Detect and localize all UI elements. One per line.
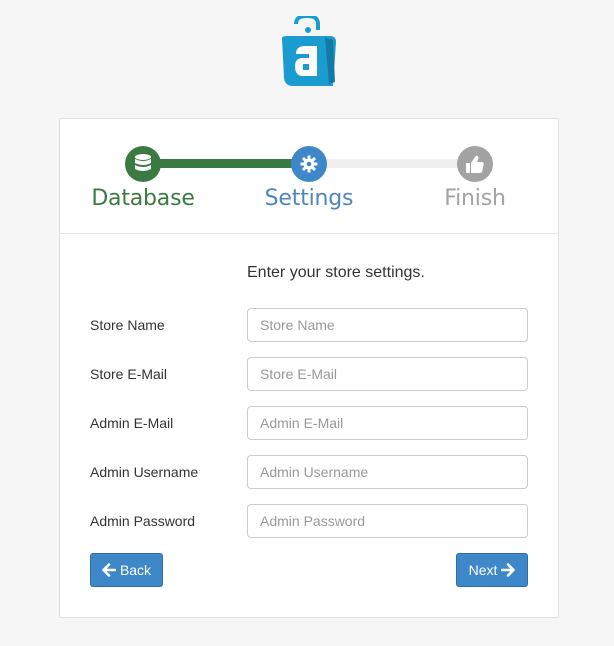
admin-email-row: Admin E-Mail <box>90 406 528 440</box>
admin-password-row: Admin Password <box>90 504 528 538</box>
database-icon <box>135 154 151 171</box>
progress-steps: Database Settings Finish <box>60 119 558 234</box>
admin-password-label: Admin Password <box>90 513 196 529</box>
shopping-bag-logo-icon <box>282 13 336 86</box>
app-logo <box>279 13 337 88</box>
back-button-label: Back <box>119 562 152 578</box>
store-name-input[interactable] <box>247 308 528 342</box>
store-email-input[interactable] <box>247 357 528 391</box>
thumbs-up-icon <box>466 155 484 173</box>
step-settings-label: Settings <box>264 186 354 211</box>
step-finish-label: Finish <box>444 186 506 211</box>
step-database-label: Database <box>91 186 195 211</box>
admin-email-label: Admin E-Mail <box>90 415 174 431</box>
step-finish-circle <box>457 146 493 182</box>
store-email-label: Store E-Mail <box>90 366 168 382</box>
arrow-left-icon <box>102 563 116 577</box>
next-button[interactable]: Next <box>456 553 528 587</box>
store-email-row: Store E-Mail <box>90 357 528 391</box>
admin-username-input[interactable] <box>247 455 528 489</box>
admin-username-label: Admin Username <box>90 464 199 480</box>
store-name-label: Store Name <box>90 317 165 333</box>
admin-email-input[interactable] <box>247 406 528 440</box>
store-name-row: Store Name <box>90 308 528 342</box>
back-button[interactable]: Back <box>90 553 163 587</box>
step-database-circle <box>125 146 161 182</box>
admin-username-row: Admin Username <box>90 455 528 489</box>
next-button-label: Next <box>468 562 498 578</box>
gear-icon <box>300 155 318 173</box>
progress-track-remaining <box>310 159 476 168</box>
step-settings-circle <box>291 146 327 182</box>
admin-password-input[interactable] <box>247 504 528 538</box>
arrow-right-icon <box>501 563 516 577</box>
progress-track-complete <box>144 159 310 168</box>
installer-card: Database Settings Finish Enter your stor… <box>59 118 559 618</box>
form-intro: Enter your store settings. <box>247 264 425 281</box>
